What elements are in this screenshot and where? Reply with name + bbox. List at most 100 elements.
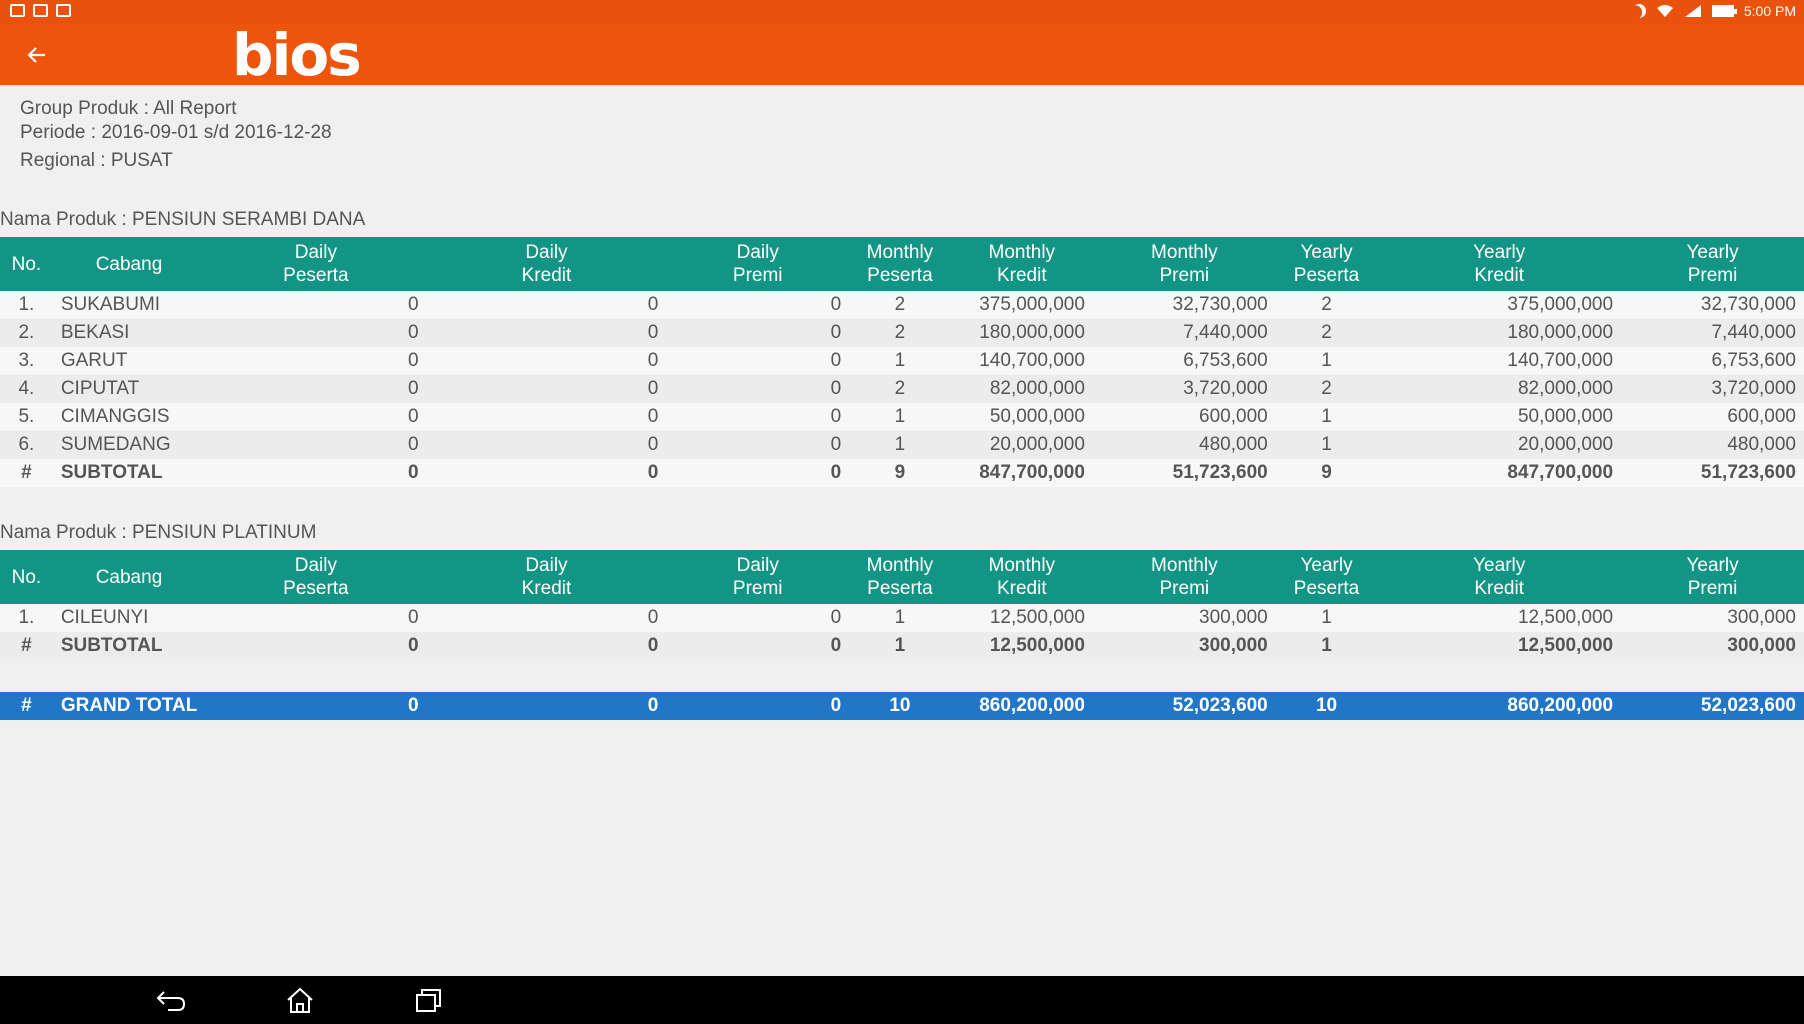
cell-yearly-premi: 7,440,000: [1621, 319, 1804, 347]
cell-cabang: SUBTOTAL: [52, 459, 206, 487]
header-text: Daily: [525, 555, 568, 576]
cell-cabang: SUBTOTAL: [52, 632, 206, 660]
header-text: Daily: [736, 555, 779, 576]
cell-no: 1.: [0, 604, 53, 632]
cell-cabang: SUKABUMI: [52, 291, 206, 319]
group-produk-label: Group Produk : All Report: [20, 98, 237, 119]
cell-no: 4.: [0, 375, 53, 403]
table-header-row: No. Cabang Daily Peserta Daily Kredit Daily Pre…: [0, 237, 1804, 291]
header-no: No.: [0, 237, 53, 291]
cell-cabang: BEKASI: [52, 319, 206, 347]
cell-yearly-premi: 600,000: [1621, 403, 1804, 431]
cell-yearly-premi: 6,753,600: [1621, 347, 1804, 375]
cell-daily-peserta: 0: [205, 291, 427, 319]
nav-home-button[interactable]: [280, 986, 320, 1014]
header-yearly-kredit: Yearly Kredit: [1377, 550, 1622, 604]
cell-daily-kredit: 0: [426, 632, 667, 660]
cell-no: #: [0, 459, 53, 487]
header-cabang: Cabang: [52, 550, 206, 604]
battery-icon: [1711, 5, 1737, 17]
header-text: Peserta: [283, 265, 349, 286]
table-row: 1. SUKABUMI 0 0 0 2 375,000,000 32,730,000 2 375,…: [0, 291, 1804, 319]
cell-monthly-premi: 480,000: [1092, 431, 1276, 459]
app-logo: bios: [232, 21, 362, 89]
periode-label: Periode : 2016-09-01 s/d 2016-12-28: [20, 122, 332, 143]
cell-daily-premi: 0: [666, 604, 850, 632]
cell-no: 5.: [0, 403, 53, 431]
cell-yearly-kredit: 12,500,000: [1377, 604, 1622, 632]
cell-cabang: CIPUTAT: [52, 375, 206, 403]
cell-monthly-kredit: 860,200,000: [950, 692, 1093, 720]
cell-yearly-peserta: 1: [1275, 403, 1378, 431]
cell-daily-kredit: 0: [426, 347, 667, 375]
header-text: Daily: [525, 242, 568, 263]
cell-yearly-peserta: 1: [1275, 604, 1378, 632]
cell-daily-premi: 0: [666, 319, 850, 347]
header-text: Yearly: [1300, 555, 1353, 576]
header-yearly-premi: Yearly Premi: [1621, 237, 1804, 291]
cell-monthly-kredit: 140,700,000: [950, 347, 1093, 375]
header-text: Premi: [1687, 265, 1738, 286]
cell-yearly-premi: 32,730,000: [1621, 291, 1804, 319]
cell-monthly-premi: 7,440,000: [1092, 319, 1276, 347]
cell-daily-kredit: 0: [426, 319, 667, 347]
store-icon: [56, 4, 71, 17]
cell-monthly-peserta: 2: [849, 291, 951, 319]
cell-no: 3.: [0, 347, 53, 375]
header-yearly-premi: Yearly Premi: [1621, 550, 1804, 604]
header-text: Peserta: [1293, 578, 1360, 599]
cell-daily-kredit: 0: [426, 459, 667, 487]
report-table: No. Cabang Daily Peserta Daily Kredit Daily Pre…: [0, 237, 1804, 487]
cell-daily-premi: 0: [666, 459, 850, 487]
cell-monthly-peserta: 1: [849, 347, 951, 375]
cell-cabang: CILEUNYI: [52, 604, 206, 632]
table-header-row: No. Cabang Daily Peserta Daily Kredit Daily Pre…: [0, 550, 1804, 604]
cell-yearly-premi: 300,000: [1621, 604, 1804, 632]
system-icons: 5:00 PM: [1632, 3, 1796, 19]
status-time: 5:00 PM: [1743, 3, 1796, 19]
nav-back-button[interactable]: [152, 986, 192, 1014]
cell-monthly-peserta: 1: [849, 604, 951, 632]
header-monthly-peserta: Monthly Peserta: [849, 550, 951, 604]
header-text: Monthly: [1151, 555, 1218, 576]
header-text: Cabang: [95, 253, 163, 275]
header-yearly-kredit: Yearly Kredit: [1377, 237, 1622, 291]
table-row: 3. GARUT 0 0 0 1 140,700,000 6,753,600 1 140,700,…: [0, 347, 1804, 375]
cell-monthly-peserta: 1: [849, 431, 951, 459]
cell-monthly-peserta: 1: [849, 403, 951, 431]
cell-no: #: [0, 692, 53, 720]
header-no: No.: [0, 550, 53, 604]
cell-daily-kredit: 0: [426, 403, 667, 431]
header-text: Yearly: [1300, 242, 1353, 263]
nav-recent-apps-button[interactable]: [408, 986, 448, 1014]
cell-daily-peserta: 0: [205, 459, 427, 487]
header-text: Yearly: [1686, 555, 1739, 576]
cell-monthly-kredit: 12,500,000: [950, 604, 1093, 632]
arrow-left-icon: [27, 47, 45, 63]
cell-yearly-kredit: 180,000,000: [1377, 319, 1622, 347]
cell-monthly-peserta: 10: [849, 692, 951, 720]
cell-yearly-kredit: 12,500,000: [1377, 632, 1622, 660]
cell-daily-peserta: 0: [205, 632, 427, 660]
cell-monthly-kredit: 20,000,000: [950, 431, 1093, 459]
subtotal-row: # SUBTOTAL 0 0 0 1 12,500,000 300,000 1 12,500,00…: [0, 632, 1804, 660]
header-text: Premi: [1159, 578, 1210, 599]
header-yearly-peserta: Yearly Peserta: [1275, 550, 1378, 604]
cell-monthly-kredit: 12,500,000: [950, 632, 1093, 660]
table-row: 5. CIMANGGIS 0 0 0 1 50,000,000 600,000 1 50,000,…: [0, 403, 1804, 431]
cell-daily-peserta: 0: [205, 431, 427, 459]
app-bar: bios: [0, 24, 1804, 85]
header-daily-peserta: Daily Peserta: [205, 237, 427, 291]
cell-cabang: GRAND TOTAL: [52, 692, 206, 720]
header-daily-premi: Daily Premi: [666, 550, 850, 604]
back-button[interactable]: [20, 40, 54, 70]
header-text: Monthly: [866, 555, 934, 576]
cell-yearly-kredit: 82,000,000: [1377, 375, 1622, 403]
cell-cabang: SUMEDANG: [52, 431, 206, 459]
cell-monthly-premi: 300,000: [1092, 604, 1276, 632]
cell-daily-peserta: 0: [205, 403, 427, 431]
header-text: Premi: [732, 265, 783, 286]
header-text: Monthly: [1151, 242, 1218, 263]
cell-daily-peserta: 0: [205, 604, 427, 632]
cell-yearly-kredit: 140,700,000: [1377, 347, 1622, 375]
